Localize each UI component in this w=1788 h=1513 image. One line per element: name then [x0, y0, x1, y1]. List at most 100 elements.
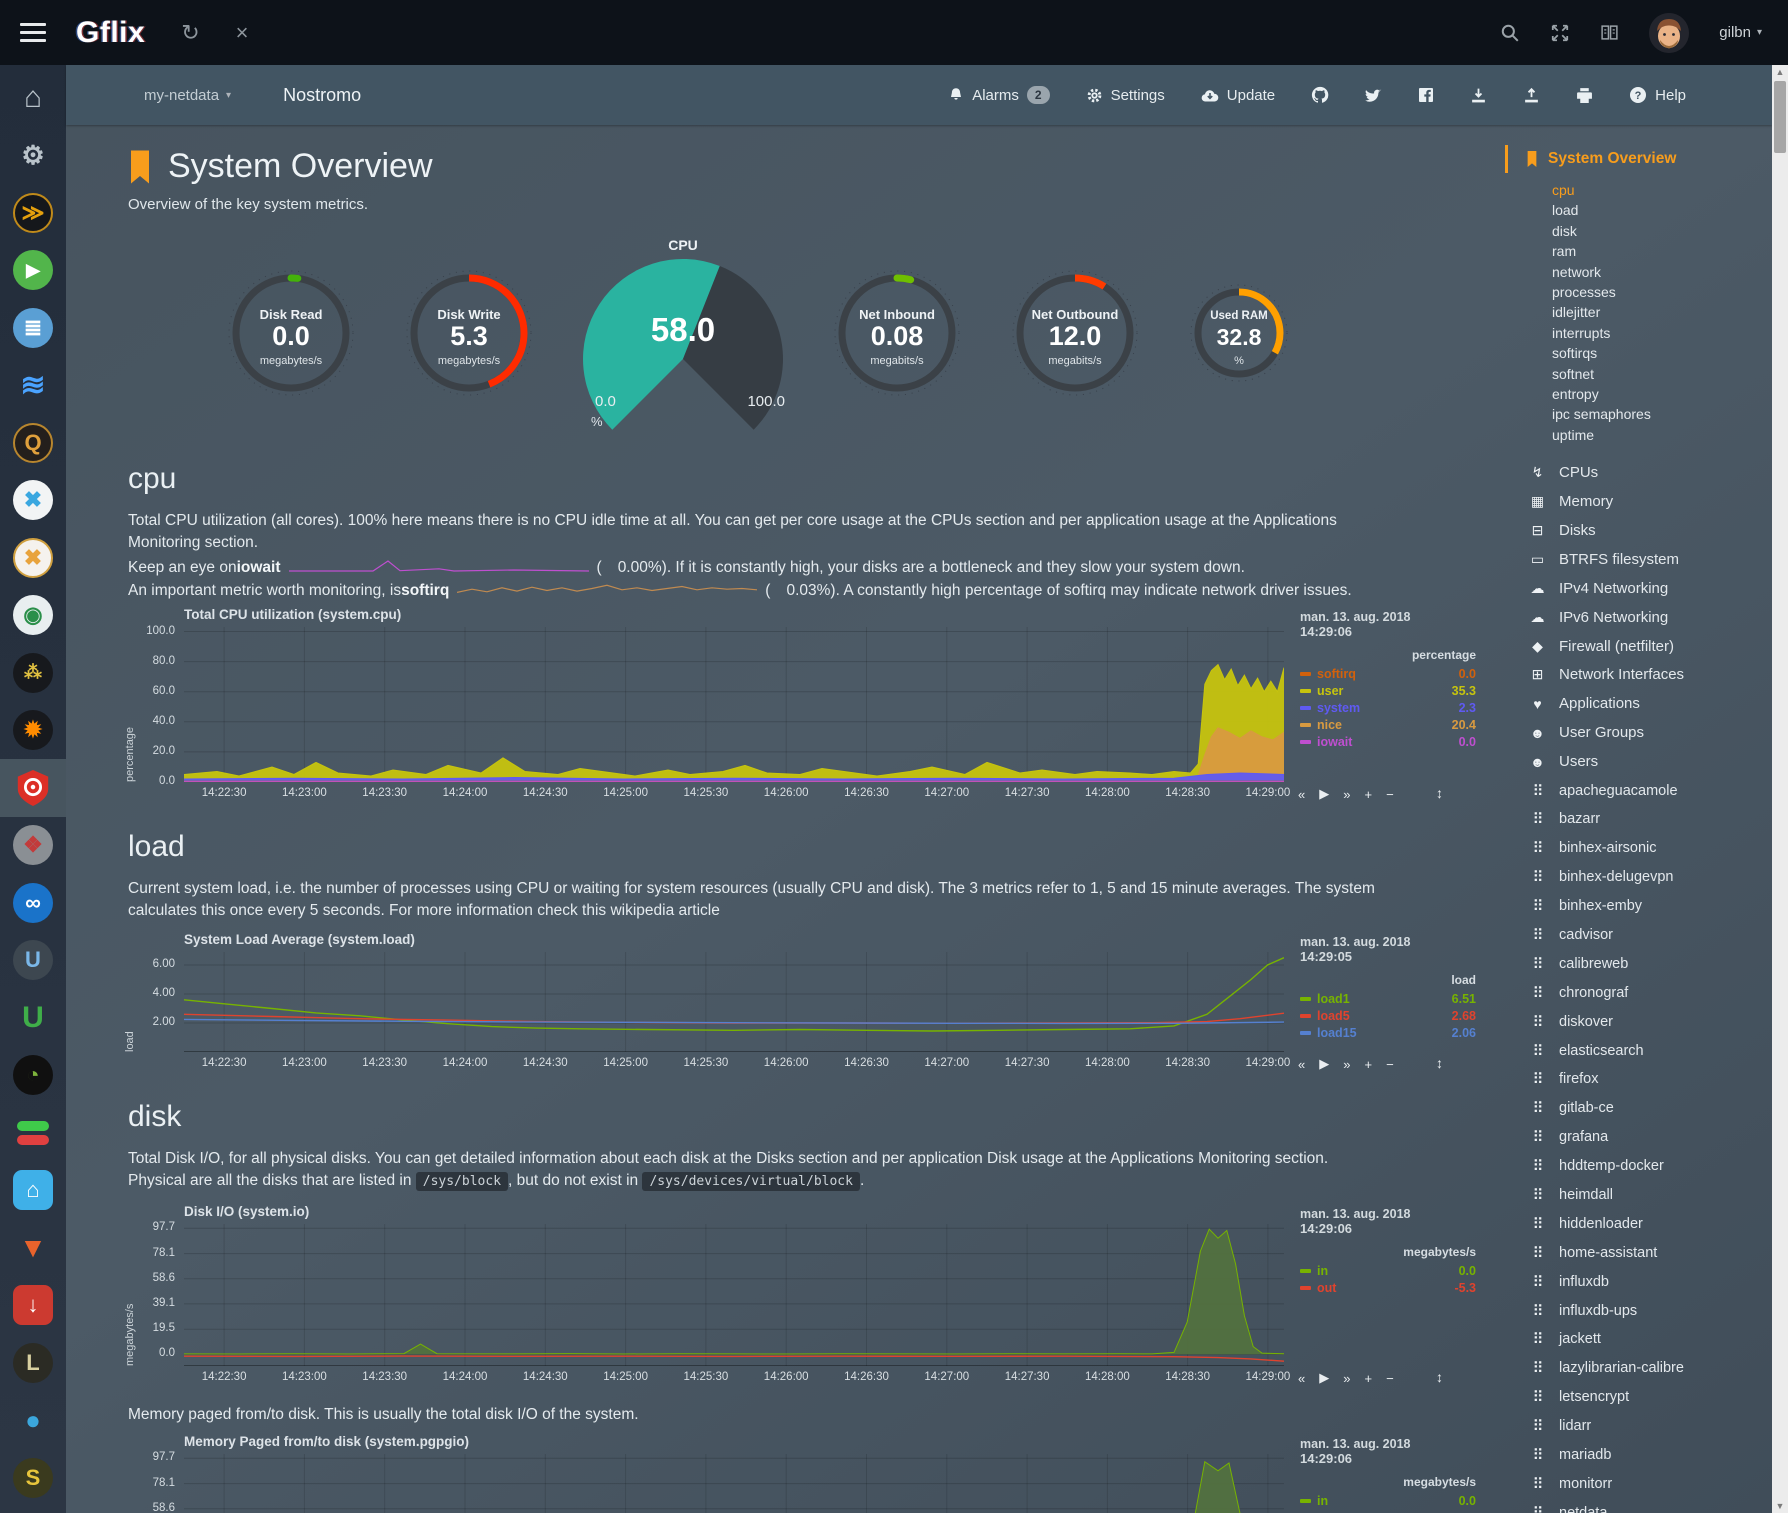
menu-icon[interactable]: [20, 18, 46, 47]
import-button[interactable]: [1523, 87, 1540, 104]
sidebar-item-network[interactable]: network: [1505, 262, 1772, 282]
scrollbar-down-arrow[interactable]: ▼: [1772, 1501, 1788, 1511]
help-button[interactable]: ? Help: [1629, 86, 1686, 104]
sidebar-app-firefox[interactable]: ⠿firefox: [1505, 1065, 1772, 1094]
sidebar-app-netdata[interactable]: ⠿netdata: [1505, 1498, 1772, 1513]
sidebar-section-network-interfaces[interactable]: ⊞Network Interfaces: [1505, 661, 1772, 690]
sidebar-app-jackett[interactable]: ⠿jackett: [1505, 1325, 1772, 1354]
brand-logo[interactable]: Gflix: [76, 16, 145, 50]
sidebar-item-softnet[interactable]: softnet: [1505, 364, 1772, 384]
sidebar-section-disks[interactable]: ⊟Disks: [1505, 516, 1772, 545]
zoom-in-button[interactable]: +: [1364, 787, 1372, 802]
chart-plot-area[interactable]: [184, 1454, 1284, 1513]
close-icon[interactable]: ×: [236, 20, 249, 46]
berries-app-icon[interactable]: ❖: [0, 817, 66, 875]
system-load-chart[interactable]: System Load Average (system.load)load6.0…: [128, 932, 1480, 1076]
legend-entry-load1[interactable]: load16.51: [1300, 990, 1476, 1007]
airsonic-icon[interactable]: ≋: [0, 357, 66, 415]
play-button[interactable]: ▶: [1319, 786, 1329, 802]
user-menu[interactable]: gilbn▾: [1719, 24, 1762, 41]
pan-left-button[interactable]: «: [1298, 787, 1305, 802]
scrollbar-up-arrow[interactable]: ▲: [1772, 67, 1788, 77]
emby-icon[interactable]: ▶: [0, 242, 66, 300]
sidebar-item-ram[interactable]: ram: [1505, 241, 1772, 261]
chart-plot-area[interactable]: [184, 952, 1284, 1052]
net-inbound-gauge[interactable]: Net Inbound0.08megabits/s: [831, 267, 963, 404]
page-scrollbar[interactable]: ▲ ▼: [1772, 65, 1788, 1513]
swirl-app-icon[interactable]: ◉: [0, 587, 66, 645]
sidebar-app-lazylibrarian-calibre[interactable]: ⠿lazylibrarian-calibre: [1505, 1354, 1772, 1383]
sidebar-app-binhex-emby[interactable]: ⠿binhex-emby: [1505, 892, 1772, 921]
blue-app-icon[interactable]: ●: [0, 1392, 66, 1450]
sidebar-item-cpu[interactable]: cpu: [1505, 180, 1772, 200]
sidebar-item-system-overview[interactable]: System Overview: [1505, 145, 1772, 173]
github-button[interactable]: [1311, 86, 1329, 104]
changelog-book-icon[interactable]: [1600, 24, 1619, 41]
pan-right-button[interactable]: »: [1343, 787, 1350, 802]
chart-plot-area[interactable]: [184, 627, 1284, 782]
sidebar-app-diskover[interactable]: ⠿diskover: [1505, 1007, 1772, 1036]
sidebar-item-processes[interactable]: processes: [1505, 282, 1772, 302]
sickchill-icon[interactable]: ◔: [0, 1047, 66, 1105]
sidebar-section-applications[interactable]: ♥Applications: [1505, 689, 1772, 718]
export-button[interactable]: [1470, 87, 1487, 104]
refresh-icon[interactable]: ↻: [181, 20, 199, 46]
play-button[interactable]: ▶: [1319, 1370, 1329, 1386]
sidebar-app-grafana[interactable]: ⠿grafana: [1505, 1123, 1772, 1152]
sidebar-section-ipv6-networking[interactable]: ☁IPv6 Networking: [1505, 603, 1772, 632]
sidebar-section-user-groups[interactable]: ☻User Groups: [1505, 718, 1772, 747]
zoom-out-button[interactable]: −: [1386, 1057, 1394, 1072]
jackett-icon[interactable]: Q: [0, 414, 66, 472]
legend-entry-out[interactable]: out-5.2: [1300, 1509, 1476, 1513]
fullscreen-icon[interactable]: [1550, 23, 1570, 43]
sidebar-app-letsencrypt[interactable]: ⠿letsencrypt: [1505, 1383, 1772, 1412]
play-button[interactable]: ▶: [1319, 1056, 1329, 1072]
net-outbound-gauge[interactable]: Net Outbound12.0megabits/s: [1009, 267, 1141, 404]
sidebar-app-home-assistant[interactable]: ⠿home-assistant: [1505, 1238, 1772, 1267]
sidebar-item-load[interactable]: load: [1505, 200, 1772, 220]
update-button[interactable]: Update: [1201, 87, 1275, 104]
sidebar-item-uptime[interactable]: uptime: [1505, 425, 1772, 445]
print-button[interactable]: [1576, 87, 1593, 104]
alarms-button[interactable]: Alarms 2: [948, 86, 1049, 104]
node-graph-app-icon[interactable]: ⁂: [0, 644, 66, 702]
sidebar-section-btrfs-filesystem[interactable]: ▭BTRFS filesystem: [1505, 545, 1772, 574]
lazylibrarian-icon[interactable]: L: [0, 1334, 66, 1392]
sidebar-section-users[interactable]: ☻Users: [1505, 747, 1772, 776]
cpu-gauge[interactable]: CPU58.00.0100.0%: [581, 237, 785, 435]
memory-paged-chart[interactable]: Memory Paged from/to disk (system.pgpgio…: [128, 1434, 1480, 1513]
legend-entry-nice[interactable]: nice20.4: [1300, 716, 1476, 733]
legend-entry-system[interactable]: system2.3: [1300, 699, 1476, 716]
sidebar-item-interrupts[interactable]: interrupts: [1505, 323, 1772, 343]
sidebar-app-bazarr[interactable]: ⠿bazarr: [1505, 805, 1772, 834]
sidebar-app-apacheguacamole[interactable]: ⠿apacheguacamole: [1505, 776, 1772, 805]
monitorr-icon[interactable]: [0, 1104, 66, 1162]
zoom-out-button[interactable]: −: [1386, 787, 1394, 802]
sidebar-app-binhex-delugevpn[interactable]: ⠿binhex-delugevpn: [1505, 863, 1772, 892]
legend-entry-in[interactable]: in0.0: [1300, 1492, 1476, 1509]
green-u-app-icon[interactable]: U: [0, 989, 66, 1047]
calibreweb-icon[interactable]: ≣: [0, 299, 66, 357]
grafana-icon[interactable]: ✹: [0, 702, 66, 760]
chart-plot-area[interactable]: [184, 1224, 1284, 1366]
sidebar-app-influxdb[interactable]: ⠿influxdb: [1505, 1267, 1772, 1296]
netdata-icon[interactable]: [0, 759, 66, 817]
sidebar-app-hddtemp-docker[interactable]: ⠿hddtemp-docker: [1505, 1152, 1772, 1181]
sidebar-app-calibreweb[interactable]: ⠿calibreweb: [1505, 949, 1772, 978]
sidebar-app-cadvisor[interactable]: ⠿cadvisor: [1505, 921, 1772, 950]
download-app-icon[interactable]: ↓: [0, 1277, 66, 1335]
home-assistant-icon[interactable]: ⌂: [0, 1162, 66, 1220]
avatar[interactable]: [1649, 13, 1689, 53]
ubooquity-icon[interactable]: U: [0, 932, 66, 990]
sidebar-app-lidarr[interactable]: ⠿lidarr: [1505, 1412, 1772, 1441]
pan-right-button[interactable]: »: [1343, 1371, 1350, 1386]
sidebar-app-binhex-airsonic[interactable]: ⠿binhex-airsonic: [1505, 834, 1772, 863]
legend-entry-out[interactable]: out-5.3: [1300, 1279, 1476, 1296]
disk-io-chart[interactable]: Disk I/O (system.io)megabytes/s97.778.15…: [128, 1204, 1480, 1390]
used-ram-gauge[interactable]: Used RAM32.8%: [1187, 281, 1291, 390]
chart-resize-handle[interactable]: ↕: [1436, 785, 1443, 801]
scrollbar-thumb[interactable]: [1774, 81, 1786, 153]
plex-icon[interactable]: ≫: [0, 184, 66, 242]
pan-right-button[interactable]: »: [1343, 1057, 1350, 1072]
legend-entry-iowait[interactable]: iowait0.0: [1300, 733, 1476, 750]
